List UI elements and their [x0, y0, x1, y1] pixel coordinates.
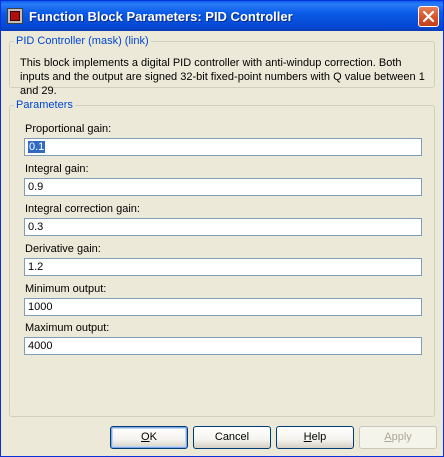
apply-button[interactable]: Apply: [359, 426, 437, 449]
ok-label-rest: K: [149, 431, 157, 443]
close-button[interactable]: [418, 6, 439, 27]
ok-accelerator: O: [141, 431, 150, 443]
simulink-block-icon: [7, 8, 23, 24]
integral-gain-input[interactable]: 0.9: [24, 178, 422, 196]
cancel-button[interactable]: Cancel: [193, 426, 271, 449]
apply-accelerator: A: [384, 431, 392, 443]
parameters-legend: Parameters: [16, 99, 73, 111]
cancel-label: Cancel: [214, 431, 250, 443]
proportional-gain-label: Proportional gain:: [25, 123, 112, 135]
help-label-rest: elp: [311, 431, 327, 443]
help-button[interactable]: Help: [276, 426, 354, 449]
maximum-output-input[interactable]: 4000: [24, 337, 422, 355]
derivative-gain-input[interactable]: 1.2: [24, 258, 422, 276]
integral-correction-gain-label: Integral correction gain:: [25, 203, 140, 215]
ok-button[interactable]: OK: [110, 426, 188, 449]
block-description: This block implements a digital PID cont…: [20, 57, 425, 97]
window-title: Function Block Parameters: PID Controlle…: [29, 9, 293, 24]
dialog-window: Function Block Parameters: PID Controlle…: [0, 0, 444, 457]
proportional-gain-input[interactable]: 0.1: [24, 138, 422, 156]
description-legend: PID Controller (mask) (link): [16, 35, 149, 47]
maximum-output-label: Maximum output:: [25, 322, 110, 334]
minimum-output-label: Minimum output:: [25, 283, 107, 295]
title-bar[interactable]: Function Block Parameters: PID Controlle…: [1, 1, 443, 31]
integral-correction-gain-input[interactable]: 0.3: [24, 218, 422, 236]
apply-label-rest: pply: [391, 431, 412, 443]
derivative-gain-label: Derivative gain:: [25, 243, 101, 255]
minimum-output-input[interactable]: 1000: [24, 298, 422, 316]
integral-gain-label: Integral gain:: [25, 163, 89, 175]
close-icon: [423, 11, 434, 22]
help-accelerator: H: [303, 431, 312, 443]
proportional-gain-value: 0.1: [28, 141, 46, 153]
